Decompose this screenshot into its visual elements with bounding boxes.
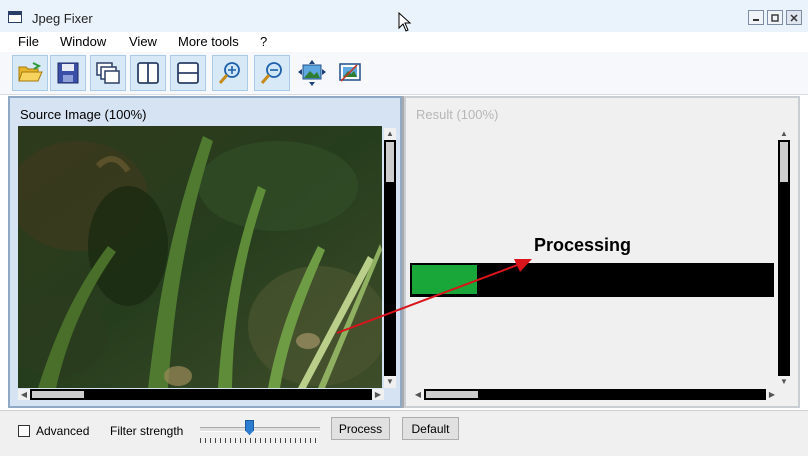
slider-thumb[interactable] (245, 420, 254, 435)
filter-strength-slider[interactable] (198, 419, 322, 447)
advanced-label: Advanced (36, 424, 90, 438)
slider-ticks (200, 438, 320, 443)
slider-track (200, 427, 320, 432)
bottom-controls: Advanced Filter strength Process Default (0, 410, 808, 456)
process-button[interactable]: Process (331, 417, 390, 440)
filter-strength-label: Filter strength (110, 424, 184, 438)
default-button[interactable]: Default (402, 417, 459, 440)
annotation-arrow-icon (336, 259, 532, 334)
advanced-checkbox[interactable] (18, 425, 30, 437)
